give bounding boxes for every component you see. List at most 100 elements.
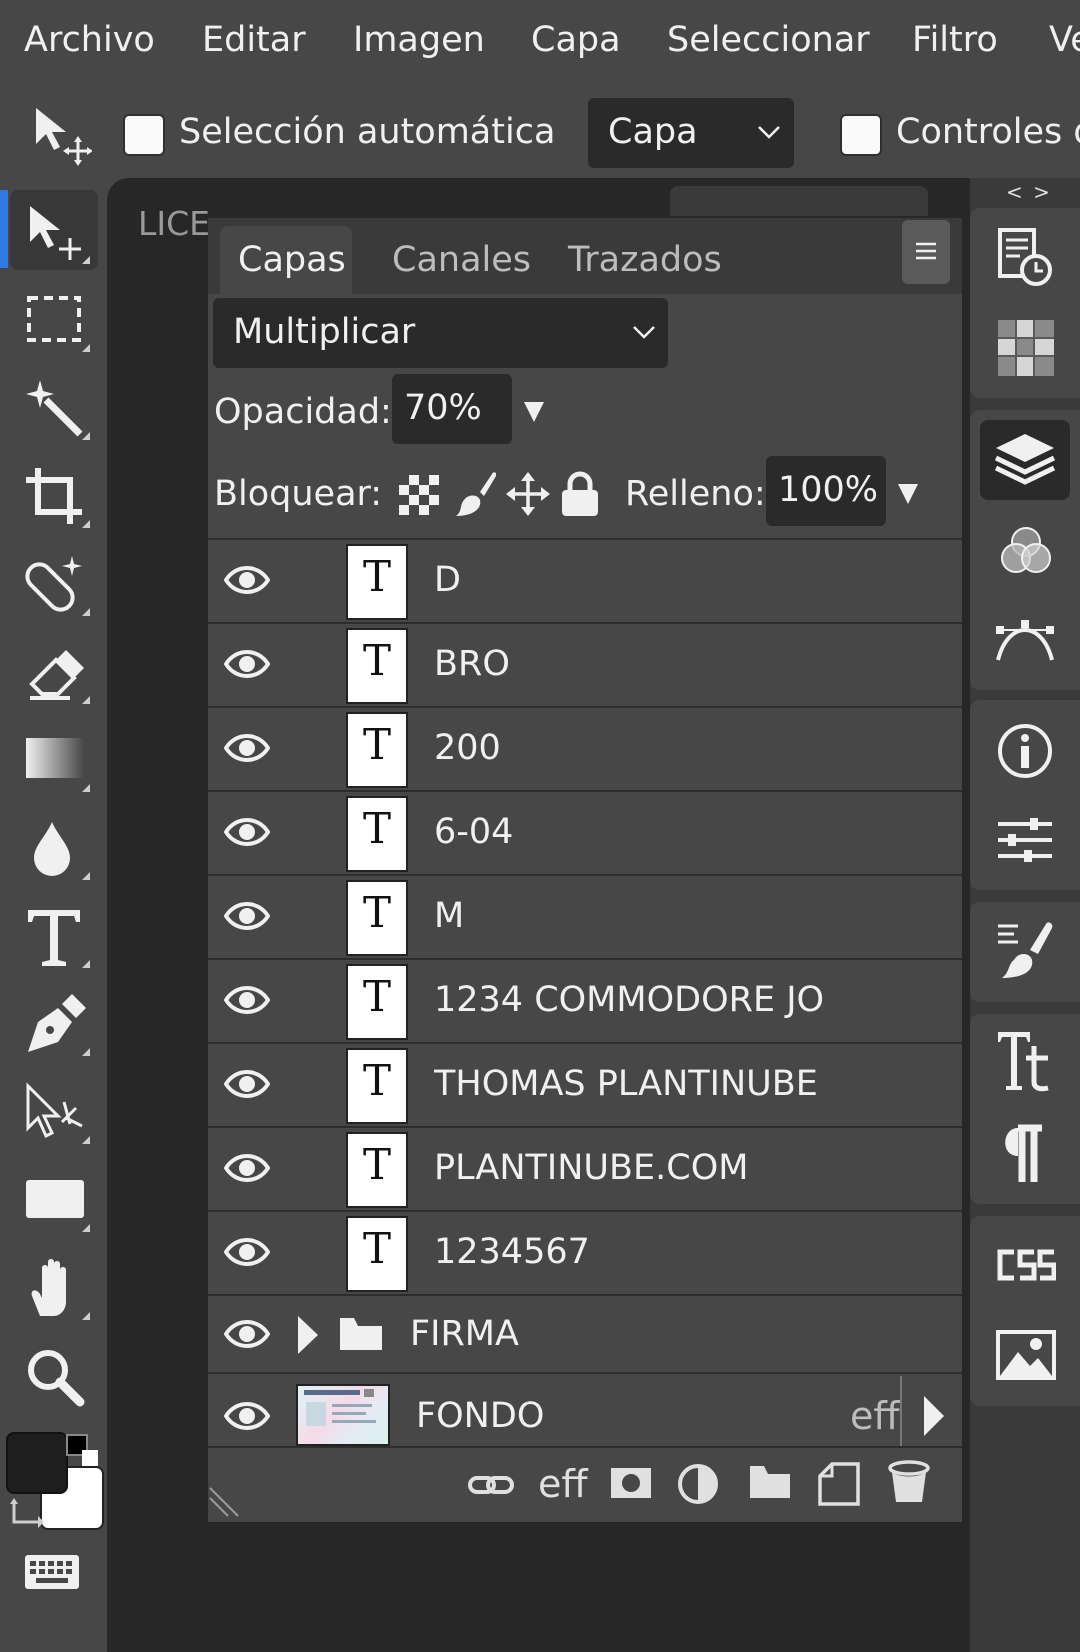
layer-row[interactable]: T M xyxy=(208,874,962,958)
marquee-tool-icon xyxy=(27,296,81,342)
brush-settings-icon[interactable] xyxy=(996,920,1054,982)
document-tab-secondary[interactable] xyxy=(670,186,928,216)
history-icon[interactable] xyxy=(994,226,1060,292)
swatches-icon[interactable] xyxy=(996,318,1062,384)
tab-capas[interactable]: Capas xyxy=(220,226,352,294)
expand-effects-icon[interactable] xyxy=(922,1394,946,1438)
layer-name: 1234 COMMODORE JOS xyxy=(434,980,824,1020)
layer-row[interactable]: T 1234567 xyxy=(208,1210,962,1294)
menu-vista[interactable]: Ve xyxy=(1049,20,1080,60)
visibility-eye-icon[interactable] xyxy=(224,560,270,600)
hand-tool[interactable] xyxy=(10,1246,98,1326)
auto-select-target-dropdown[interactable]: Capa xyxy=(588,98,794,168)
layers-bottom-bar: eff xyxy=(208,1446,962,1522)
tab-trazados[interactable]: Trazados xyxy=(556,226,732,294)
tab-canales[interactable]: Canales xyxy=(380,226,531,294)
auto-select-target-value: Capa xyxy=(608,112,698,152)
lock-pixels-brush-icon[interactable] xyxy=(454,470,496,518)
eraser-tool[interactable] xyxy=(10,630,98,710)
layer-name: 1234567 xyxy=(434,1232,590,1272)
lock-transparency-icon[interactable] xyxy=(398,474,440,516)
menu-filtro[interactable]: Filtro xyxy=(912,20,998,60)
layer-effects-label[interactable]: eff xyxy=(850,1394,900,1438)
visibility-eye-icon[interactable] xyxy=(224,896,270,936)
resize-grip-icon[interactable] xyxy=(208,1484,242,1518)
rectangle-tool[interactable] xyxy=(10,1158,98,1238)
transform-controls-checkbox[interactable] xyxy=(840,114,882,156)
document-tab[interactable]: LICE xyxy=(138,204,210,243)
panel-menu-button[interactable] xyxy=(902,220,950,284)
adjustments-icon[interactable] xyxy=(996,816,1054,866)
fill-input[interactable]: 100% xyxy=(766,456,886,526)
visibility-eye-icon[interactable] xyxy=(224,1148,270,1188)
menu-imagen[interactable]: Imagen xyxy=(353,20,485,60)
layer-row[interactable]: T 200 xyxy=(208,706,962,790)
css-icon[interactable] xyxy=(996,1248,1056,1282)
swap-colors-icon[interactable] xyxy=(10,1496,44,1530)
visibility-eye-icon[interactable] xyxy=(224,980,270,1020)
type-tool-icon xyxy=(28,910,80,966)
auto-select-checkbox[interactable] xyxy=(123,114,165,156)
delete-layer-icon[interactable] xyxy=(888,1460,930,1506)
visibility-eye-icon[interactable] xyxy=(224,1232,270,1272)
gradient-tool[interactable] xyxy=(10,718,98,798)
channels-icon[interactable] xyxy=(998,522,1054,578)
layer-row[interactable]: T D xyxy=(208,538,962,622)
menu-archivo[interactable]: Archivo xyxy=(24,20,155,60)
add-effect-button[interactable]: eff xyxy=(538,1462,588,1506)
path-selection-tool[interactable] xyxy=(10,1070,98,1150)
menu-seleccionar[interactable]: Seleccionar xyxy=(667,20,870,60)
zoom-tool[interactable] xyxy=(10,1334,98,1414)
layer-row[interactable]: T PLANTINUBE.COM xyxy=(208,1126,962,1210)
rectangle-icon xyxy=(26,1180,84,1218)
opacity-dropdown-arrow-icon[interactable] xyxy=(524,402,544,422)
text-layer-thumbnail: T xyxy=(346,1048,408,1124)
pen-tool[interactable] xyxy=(10,982,98,1062)
foreground-color-swatch[interactable] xyxy=(6,1432,68,1494)
curves-icon[interactable] xyxy=(994,612,1056,664)
opacity-input[interactable]: 70% xyxy=(392,374,512,444)
menu-editar[interactable]: Editar xyxy=(202,20,306,60)
new-layer-icon[interactable] xyxy=(818,1462,860,1506)
blend-mode-dropdown[interactable]: Multiplicar xyxy=(213,298,668,368)
link-layers-icon[interactable] xyxy=(468,1470,514,1500)
paragraph-icon[interactable] xyxy=(996,1124,1046,1184)
marquee-tool[interactable] xyxy=(10,278,98,358)
lock-position-icon[interactable] xyxy=(506,472,550,516)
layer-row[interactable]: T 1234 COMMODORE JOS xyxy=(208,958,962,1042)
healing-brush-tool[interactable] xyxy=(10,542,98,622)
active-tool-indicator xyxy=(0,190,8,268)
layer-name: M xyxy=(434,896,465,936)
visibility-eye-icon[interactable] xyxy=(224,812,270,852)
visibility-eye-icon[interactable] xyxy=(224,1064,270,1104)
dock-collapse-toggle[interactable]: < > xyxy=(1006,180,1052,204)
transform-controls-label: Controles d xyxy=(896,112,1080,152)
character-icon[interactable] xyxy=(996,1030,1054,1092)
info-icon[interactable] xyxy=(996,722,1054,780)
magic-wand-tool[interactable] xyxy=(10,366,98,446)
layer-row[interactable]: T THOMAS PLANTINUBE xyxy=(208,1042,962,1126)
blur-tool[interactable] xyxy=(10,806,98,886)
add-mask-icon[interactable] xyxy=(610,1466,652,1502)
visibility-eye-icon[interactable] xyxy=(224,1314,270,1354)
fill-value: 100% xyxy=(778,470,879,510)
visibility-eye-icon[interactable] xyxy=(224,1396,270,1436)
adjustment-layer-icon[interactable] xyxy=(678,1462,722,1506)
expand-group-icon[interactable] xyxy=(296,1314,320,1356)
move-tool[interactable] xyxy=(10,190,98,270)
new-group-icon[interactable] xyxy=(748,1464,792,1502)
image-icon[interactable] xyxy=(996,1330,1056,1380)
auto-select-label: Selección automática xyxy=(179,112,556,152)
layer-row[interactable]: T 6-04 xyxy=(208,790,962,874)
keyboard-icon[interactable] xyxy=(24,1554,80,1590)
fill-dropdown-arrow-icon[interactable] xyxy=(898,484,918,504)
crop-tool[interactable] xyxy=(10,454,98,534)
layer-row[interactable]: T BRO xyxy=(208,622,962,706)
menu-capa[interactable]: Capa xyxy=(531,20,621,60)
lock-label: Bloquear: xyxy=(214,474,383,514)
lock-all-icon[interactable] xyxy=(560,470,600,518)
group-row[interactable]: FIRMA xyxy=(208,1294,962,1372)
visibility-eye-icon[interactable] xyxy=(224,728,270,768)
type-tool[interactable] xyxy=(10,894,98,974)
visibility-eye-icon[interactable] xyxy=(224,644,270,684)
